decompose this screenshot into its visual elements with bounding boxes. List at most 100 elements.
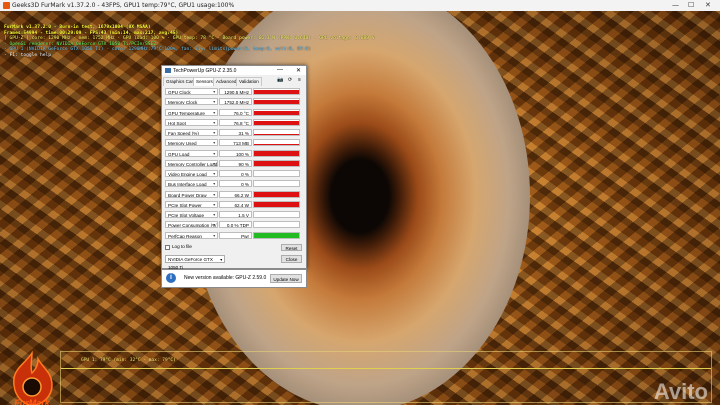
sensor-name: GPU Clock — [168, 90, 191, 95]
sensor-value: 0.0 % TDP — [219, 221, 252, 229]
sensor-graph — [253, 200, 300, 208]
sensor-row: Fan Speed (%) ▼ 31 % — [165, 129, 302, 138]
sensor-value: 1752.0 MHz — [219, 98, 252, 106]
sensor-name-dropdown[interactable]: Board Power Draw ▼ — [165, 190, 218, 198]
furmark-logo: FurMark — [2, 350, 62, 405]
temperature-graph: GPU 1: 79°C (min: 32°C - max: 79°C) — [60, 351, 712, 403]
sensor-value: 713 MB — [219, 139, 252, 147]
camera-icon[interactable]: 📷 — [277, 77, 283, 83]
sensor-row: Memory Controller Load ▼ 90 % — [165, 159, 302, 169]
sensor-name: Memory Used — [168, 141, 197, 147]
sensor-graph-fill — [254, 161, 299, 166]
close-button[interactable]: Close — [281, 255, 302, 263]
sensor-graph — [253, 129, 300, 136]
sensor-graph-fill — [254, 100, 299, 105]
sensor-name-dropdown[interactable]: GPU Clock ▼ — [165, 88, 218, 95]
sensor-name: Memory Clock — [168, 100, 198, 106]
sensor-name-dropdown[interactable]: Hot Spot ▼ — [165, 118, 218, 126]
sensor-row: PCIe Slot Voltage ▼ 1.5 V — [165, 211, 302, 220]
sensor-row: PerfCap Reason ▼ Pwr — [165, 231, 302, 241]
sensor-graph-fill — [254, 232, 299, 238]
sensor-value: 31 % — [219, 129, 252, 136]
chevron-down-icon: ▼ — [212, 151, 216, 156]
gpuz-title: TechPowerUp GPU-Z 2.35.0 — [173, 68, 237, 74]
osd-line: [ GPU-Z ] core: 1290 MHz - mem: 1752 MHz… — [4, 36, 375, 42]
chevron-down-icon: ▼ — [212, 120, 216, 125]
chevron-down-icon: ▼ — [212, 202, 216, 207]
sensor-value: 1290.5 MHz — [219, 88, 252, 95]
sensor-row: Memory Used ▼ 713 MB — [165, 139, 302, 148]
sensor-name-dropdown[interactable]: Bus Interface Load ▼ — [165, 180, 218, 188]
furmark-render-area: FurMark v1.37.2.0 - Burn-in test, 1679x1… — [0, 11, 720, 405]
sensor-graph — [253, 149, 300, 157]
sensor-value: 76.0 °C — [219, 108, 252, 116]
sensor-name-dropdown[interactable]: Memory Controller Load ▼ — [165, 159, 218, 167]
sensor-name: GPU Load — [168, 151, 190, 157]
sensor-name: Power Consumption (%) — [168, 223, 218, 229]
furmark-osd: FurMark v1.37.2.0 - Burn-in test, 1679x1… — [4, 25, 375, 59]
sensor-value: Pwr — [219, 231, 252, 239]
sensor-name: Bus Interface Load — [168, 182, 207, 188]
sensor-graph — [253, 190, 300, 198]
chevron-down-icon: ▼ — [212, 213, 216, 217]
avito-watermark: Avito — [654, 379, 708, 405]
reset-button[interactable]: Reset — [281, 244, 302, 251]
update-now-button[interactable]: Update Now — [270, 274, 302, 283]
chevron-down-icon: ▼ — [212, 192, 216, 197]
refresh-icon[interactable]: ⟳ — [288, 77, 292, 83]
osd-line: - F1: toggle help — [4, 52, 52, 58]
gpuz-minimize-button[interactable]: — — [277, 67, 283, 73]
tab-validation[interactable]: Validation — [236, 77, 262, 86]
furmark-app-icon — [3, 2, 10, 9]
sensor-name-dropdown[interactable]: GPU Load ▼ — [165, 149, 218, 157]
sensor-row: Memory Clock ▼ 1752.0 MHz — [165, 98, 302, 107]
sensor-name-dropdown[interactable]: Power Consumption (%) ▼ — [165, 221, 218, 229]
sensor-graph-fill — [254, 133, 299, 135]
minimize-button[interactable]: — — [672, 1, 679, 9]
log-to-file-checkbox[interactable] — [165, 245, 170, 250]
chevron-down-icon: ▼ — [219, 258, 223, 262]
sensor-graph — [253, 118, 300, 126]
temperature-graph-label: GPU 1: 79°C (min: 32°C - max: 79°C) — [81, 358, 176, 363]
sensor-graph-fill — [254, 89, 299, 94]
sensor-graph — [253, 180, 300, 188]
sensor-name-dropdown[interactable]: PCIe Slot Power ▼ — [165, 200, 218, 208]
chevron-down-icon: ▼ — [212, 131, 216, 135]
gpu-select-dropdown[interactable]: NVIDIA GeForce GTX 1050 Ti ▼ — [165, 255, 225, 270]
sensor-graph-fill — [254, 110, 299, 115]
sensor-value: 100 % — [219, 149, 252, 157]
window-title: Geeks3D FurMark v1.37.2.0 - 43FPS, GPU1 … — [12, 2, 235, 9]
sensor-row: PCIe Slot Power ▼ 62.4 W — [165, 200, 302, 210]
maximize-button[interactable]: ☐ — [688, 1, 694, 9]
sensor-name-dropdown[interactable]: Fan Speed (%) ▼ — [165, 129, 218, 136]
sensor-name: Memory Controller Load — [168, 161, 218, 167]
sensor-row: GPU Clock ▼ 1290.5 MHz — [165, 88, 302, 97]
sensor-graph-fill — [254, 120, 299, 125]
avito-watermark-text: Avito — [653, 379, 708, 404]
sensor-row: Hot Spot ▼ 76.8 °C — [165, 118, 302, 128]
gpuz-title-bar: TechPowerUp GPU-Z 2.35.0 — ✕ — [162, 66, 306, 75]
sensor-name: PCIe Slot Power — [168, 202, 202, 208]
sensor-name: PCIe Slot Voltage — [168, 213, 205, 218]
sensor-name: Hot Spot — [168, 120, 186, 126]
sensor-graph — [253, 108, 300, 116]
update-message: New version available: GPU-Z 2.59.0 — [184, 275, 267, 281]
sensor-name-dropdown[interactable]: GPU Temperature ▼ — [165, 108, 218, 116]
sensor-row: Bus Interface Load ▼ 0 % — [165, 180, 302, 189]
sensor-graph — [253, 170, 300, 177]
menu-icon[interactable]: ≡ — [298, 77, 301, 83]
close-window-button[interactable]: ✕ — [705, 1, 711, 9]
sensor-name-dropdown[interactable]: Memory Clock ▼ — [165, 98, 218, 106]
sensor-name-dropdown[interactable]: PCIe Slot Voltage ▼ — [165, 211, 218, 218]
sensor-graph — [253, 211, 300, 218]
sensor-name-dropdown[interactable]: Memory Used ▼ — [165, 139, 218, 147]
sensor-name-dropdown[interactable]: PerfCap Reason ▼ — [165, 231, 218, 239]
sensor-value: 90 % — [219, 159, 252, 167]
sensor-row: Video Engine Load ▼ 0 % — [165, 170, 302, 179]
sensor-name-dropdown[interactable]: Video Engine Load ▼ — [165, 170, 218, 177]
info-icon: i — [166, 273, 176, 283]
sensor-graph-fill — [254, 201, 299, 207]
gpuz-close-button[interactable]: ✕ — [296, 67, 301, 74]
sensor-graph — [253, 221, 300, 229]
sensor-graph — [253, 98, 300, 106]
